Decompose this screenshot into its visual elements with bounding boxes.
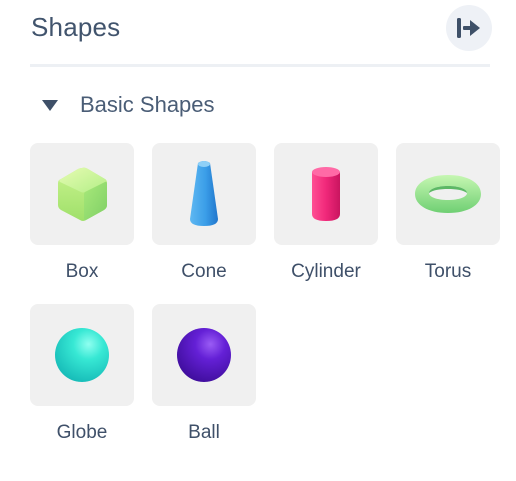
ball-icon [177,328,231,382]
shape-thumbnail [30,304,134,406]
shape-thumbnail [152,143,256,245]
section-label: Basic Shapes [80,92,215,117]
collapse-panel-button[interactable] [446,5,492,51]
shape-thumbnail [274,143,378,245]
cone-icon [190,161,218,226]
shape-thumbnail [152,304,256,406]
shapes-panel: Shapes Basic Shapes Box Cone Cylinder To… [0,0,516,481]
cylinder-icon [312,167,340,221]
panel-header: Shapes [30,0,492,67]
shape-tile-cylinder[interactable]: Cylinder [274,143,378,283]
shape-label: Cylinder [291,261,361,282]
shape-tile-globe[interactable]: Globe [30,304,134,444]
section-toggle-basic-shapes[interactable]: Basic Shapes [42,90,215,120]
shape-label: Globe [56,422,108,443]
shape-thumbnail [396,143,500,245]
shape-tile-torus[interactable]: Torus [396,143,500,283]
shape-tile-box[interactable]: Box [30,143,134,283]
caret-down-icon [42,99,58,111]
box-icon [58,167,107,221]
shape-label: Ball [188,422,220,443]
panel-title: Shapes [31,12,121,42]
shape-label: Box [65,261,99,282]
collapse-right-icon [457,18,480,38]
shape-tile-ball[interactable]: Ball [152,304,256,444]
torus-icon [415,175,481,213]
shape-thumbnail [30,143,134,245]
shape-label: Cone [181,261,227,282]
globe-icon [55,328,109,382]
shape-label: Torus [424,261,472,282]
shape-tile-cone[interactable]: Cone [152,143,256,283]
